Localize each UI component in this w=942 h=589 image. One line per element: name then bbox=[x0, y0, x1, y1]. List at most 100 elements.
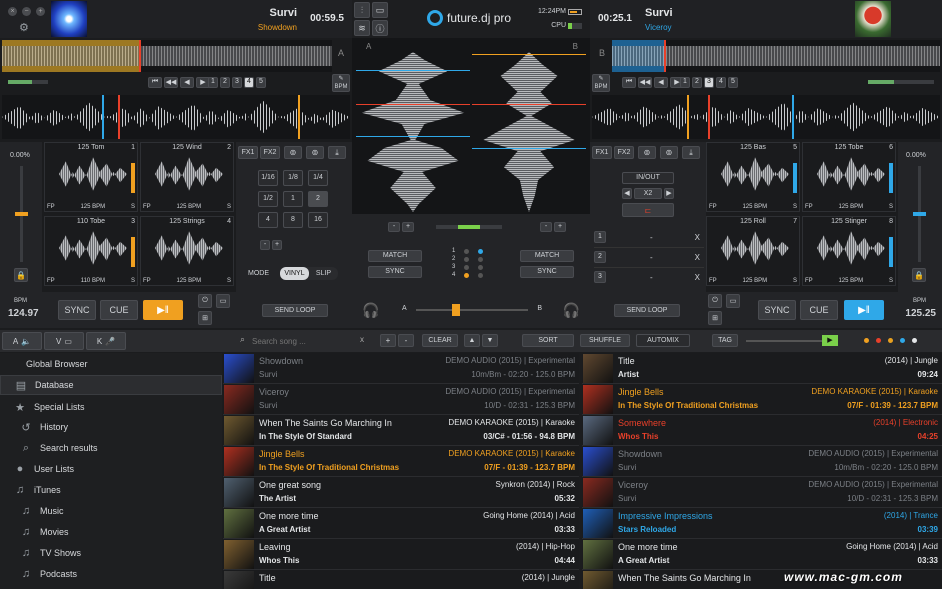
loop-button[interactable]: 1/2 bbox=[258, 191, 278, 207]
track-row[interactable]: One more time A Great Artist Going Home (2… bbox=[223, 508, 579, 539]
sidebar-item-search-results[interactable]: ⌕ Search results bbox=[0, 438, 222, 458]
fx2-button[interactable]: FX2 bbox=[614, 146, 634, 159]
cue-slot-number[interactable]: 1 bbox=[594, 231, 606, 243]
nudge-plus-button[interactable]: + bbox=[402, 222, 414, 232]
automix-button[interactable]: AUTOMIX bbox=[636, 334, 690, 347]
info-icon[interactable]: ⓘ bbox=[372, 20, 388, 36]
sidebar-item-itunes[interactable]: ♫ iTunes bbox=[0, 480, 222, 500]
deck-left-position-bar[interactable] bbox=[8, 80, 48, 84]
cue-delete-button[interactable]: X bbox=[695, 253, 700, 262]
page-button[interactable]: 5 bbox=[256, 77, 266, 88]
download-icon[interactable]: ⤓ bbox=[328, 146, 346, 159]
nudge-plus-button[interactable]: + bbox=[554, 222, 566, 232]
fx-knob-icon[interactable]: ⊚ bbox=[660, 146, 678, 159]
rewind-icon[interactable]: ◀◀ bbox=[638, 77, 652, 88]
page-button[interactable]: 1 bbox=[208, 77, 218, 88]
sidebar-item-database[interactable]: ▤ Database bbox=[0, 375, 222, 395]
search-clear-button[interactable]: x bbox=[360, 335, 364, 344]
color-dot-orange[interactable] bbox=[864, 338, 869, 343]
vinyl-slip-toggle[interactable]: VINYL SLIP bbox=[280, 267, 338, 280]
track-row[interactable]: Viceroy Survi DEMO AUDIO (2015) | Experime… bbox=[582, 477, 942, 508]
loop-button[interactable]: 1/8 bbox=[283, 170, 303, 186]
mode-karaoke-button[interactable]: K 🎤 bbox=[86, 332, 126, 350]
sample-s-button[interactable]: S bbox=[227, 204, 231, 210]
skip-back-icon[interactable]: ⏮ bbox=[148, 77, 162, 88]
deck-left-send-loop-button[interactable]: SEND LOOP bbox=[262, 304, 328, 317]
maximize-window-button[interactable]: + bbox=[36, 7, 45, 16]
track-row[interactable]: Showdown Survi DEMO AUDIO (2015) | Experim… bbox=[223, 353, 579, 384]
sync-a-button[interactable]: SYNC bbox=[368, 266, 422, 278]
headphones-a-icon[interactable]: 🎧 bbox=[362, 302, 379, 319]
sidebar-item-movies[interactable]: ♫ Movies bbox=[0, 522, 222, 542]
shuffle-button[interactable]: SHUFFLE bbox=[580, 334, 630, 347]
track-row[interactable]: When The Saints Go Marching In In The Sty… bbox=[223, 415, 579, 446]
page-button-active[interactable]: 3 bbox=[704, 77, 714, 88]
loop-button[interactable]: 8 bbox=[283, 212, 303, 228]
crossfader-mini[interactable] bbox=[436, 225, 502, 229]
track-row[interactable]: Impressive Impressions Stars Reloaded (201… bbox=[582, 508, 942, 539]
color-dot-blue[interactable] bbox=[900, 338, 905, 343]
sort-button[interactable]: SORT bbox=[522, 334, 574, 347]
deck-right-send-loop-button[interactable]: SEND LOOP bbox=[614, 304, 680, 317]
fx1-button[interactable]: FX1 bbox=[592, 146, 612, 159]
sample-s-button[interactable]: S bbox=[889, 204, 893, 210]
sample-pad[interactable]: 125 Stinger 8 FP 125 BPM S bbox=[802, 216, 896, 286]
settings-gear-icon[interactable]: ⚙ bbox=[19, 21, 29, 34]
nudge-minus-button[interactable]: - bbox=[388, 222, 400, 232]
sample-pad[interactable]: 125 Wind 2 FP 125 BPM S bbox=[140, 142, 234, 212]
sidebar-item-tv-shows[interactable]: ♫ TV Shows bbox=[0, 543, 222, 563]
fx1-button[interactable]: FX1 bbox=[238, 146, 258, 159]
track-row[interactable]: Somewhere Whos This (2014) | Electronic 04:… bbox=[582, 415, 942, 446]
loop-button[interactable]: 1 bbox=[283, 191, 303, 207]
page-button[interactable]: 2 bbox=[692, 77, 702, 88]
cue-slot-number[interactable]: 3 bbox=[594, 271, 606, 283]
track-row[interactable]: One great song The Artist Synkron (2014) |… bbox=[223, 477, 579, 508]
lock-icon[interactable]: 🔒 bbox=[912, 268, 926, 282]
deck-right-play-pause-button[interactable]: ▶‖ bbox=[844, 300, 884, 320]
page-button[interactable]: 2 bbox=[220, 77, 230, 88]
vinyl-option[interactable]: VINYL bbox=[280, 267, 309, 280]
deck-left-bpm-edit-button[interactable]: ✎ BPM bbox=[332, 74, 350, 92]
match-b-button[interactable]: MATCH bbox=[520, 250, 574, 262]
center-waveform-a[interactable] bbox=[356, 52, 470, 212]
deck-left-window-icon[interactable]: ▭ bbox=[216, 294, 230, 308]
sample-s-button[interactable]: S bbox=[131, 204, 135, 210]
fx-knob-icon[interactable]: ⊚ bbox=[306, 146, 324, 159]
color-dot-red[interactable] bbox=[876, 338, 881, 343]
deck-left-sync-button[interactable]: SYNC bbox=[58, 300, 96, 320]
sample-pad[interactable]: 125 Tom 1 FP 125 BPM S bbox=[44, 142, 138, 212]
deck-right-power-icon[interactable]: ⏻ bbox=[708, 294, 722, 308]
cue-slot-number[interactable]: 2 bbox=[594, 251, 606, 263]
deck-right-position-bar[interactable] bbox=[868, 80, 934, 84]
track-row[interactable]: Jingle Bells In The Style Of Traditional … bbox=[582, 384, 942, 415]
track-row[interactable]: One more time A Great Artist Going Home (2… bbox=[582, 539, 942, 570]
back-icon[interactable]: ◀ bbox=[180, 77, 194, 88]
move-down-button[interactable]: ▼ bbox=[482, 334, 498, 347]
sample-pad[interactable]: 125 Strings 4 FP 125 BPM S bbox=[140, 216, 234, 286]
deck-left-waveform[interactable] bbox=[2, 95, 350, 139]
download-icon[interactable]: ⤓ bbox=[682, 146, 700, 159]
sample-pad[interactable]: 110 Tobe 3 FP 110 BPM S bbox=[44, 216, 138, 286]
window-icon[interactable]: ▭ bbox=[372, 2, 388, 18]
track-row[interactable]: Leaving Whos This (2014) | Hip-Hop 04:44 bbox=[223, 539, 579, 570]
fx-knob-icon[interactable]: ⊚ bbox=[284, 146, 302, 159]
in-out-button[interactable]: IN/OUT bbox=[622, 172, 674, 184]
pitch-handle[interactable] bbox=[15, 212, 28, 216]
track-row[interactable]: Showdown Survi DEMO AUDIO (2015) | Experim… bbox=[582, 446, 942, 477]
reloop-icon[interactable]: ⊏ bbox=[622, 203, 674, 217]
page-button[interactable]: 3 bbox=[232, 77, 242, 88]
loop-length-button[interactable]: X2 bbox=[634, 188, 662, 199]
lock-icon[interactable]: 🔒 bbox=[14, 268, 28, 282]
track-row[interactable]: Title (2014) | Jungle bbox=[223, 570, 579, 589]
sample-s-button[interactable]: S bbox=[889, 278, 893, 284]
crossfader-handle[interactable] bbox=[452, 304, 460, 316]
loop-button[interactable]: 1/4 bbox=[308, 170, 328, 186]
page-button-active[interactable]: 4 bbox=[244, 77, 254, 88]
deck-right-cue-button[interactable]: CUE bbox=[800, 300, 838, 320]
page-button[interactable]: 4 bbox=[716, 77, 726, 88]
move-up-button[interactable]: ▲ bbox=[464, 334, 480, 347]
deck-right-sync-button[interactable]: SYNC bbox=[758, 300, 796, 320]
mixer-icon[interactable]: ⫶ bbox=[354, 2, 370, 18]
tag-button[interactable]: TAG bbox=[712, 334, 738, 347]
page-button[interactable]: 5 bbox=[728, 77, 738, 88]
